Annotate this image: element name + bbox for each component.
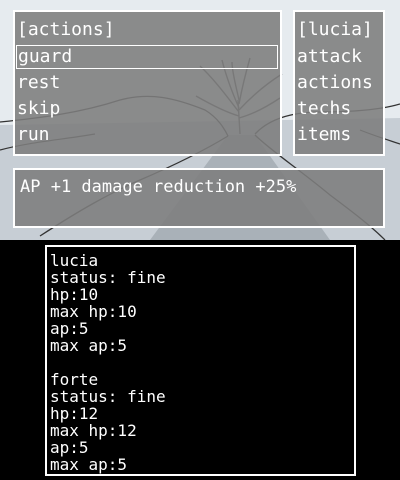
party-status-box: lucia status: fine hp:10 max hp:10 ap:5 … — [45, 245, 356, 476]
character-command-panel: [lucia] attack actions techs items — [293, 10, 385, 156]
character-name-title: [lucia] — [297, 19, 373, 40]
member-max-hp: max hp:10 — [50, 302, 137, 321]
command-attack-option[interactable]: attack — [297, 45, 362, 69]
member-ap: ap:5 — [50, 319, 89, 338]
command-actions-option[interactable]: actions — [297, 71, 373, 95]
member-max-ap: max ap:5 — [50, 455, 128, 474]
member-max-ap: max ap:5 — [50, 336, 128, 355]
member-status: status: fine — [50, 387, 166, 406]
member-name: lucia — [50, 251, 99, 270]
actions-menu-panel: [actions] guard rest skip run — [13, 10, 282, 156]
member-name: forte — [50, 370, 99, 389]
command-techs-option[interactable]: techs — [297, 97, 351, 121]
action-rest-option[interactable]: rest — [17, 71, 60, 95]
action-guard-option[interactable]: guard — [16, 45, 278, 69]
member-max-hp: max hp:12 — [50, 421, 137, 440]
battle-top-screen: [actions] guard rest skip run [lucia] at… — [0, 0, 400, 240]
command-items-option[interactable]: items — [297, 123, 351, 147]
action-skip-option[interactable]: skip — [17, 97, 60, 121]
member-hp: hp:12 — [50, 404, 99, 423]
member-hp: hp:10 — [50, 285, 99, 304]
actions-menu-title: [actions] — [17, 19, 115, 40]
member-ap: ap:5 — [50, 438, 89, 457]
party-status-screen: lucia status: fine hp:10 max hp:10 ap:5 … — [0, 240, 400, 480]
member-status: status: fine — [50, 268, 166, 287]
action-description-panel: AP +1 damage reduction +25% — [13, 168, 385, 228]
action-description-text: AP +1 damage reduction +25% — [20, 177, 297, 197]
action-run-option[interactable]: run — [17, 123, 50, 147]
